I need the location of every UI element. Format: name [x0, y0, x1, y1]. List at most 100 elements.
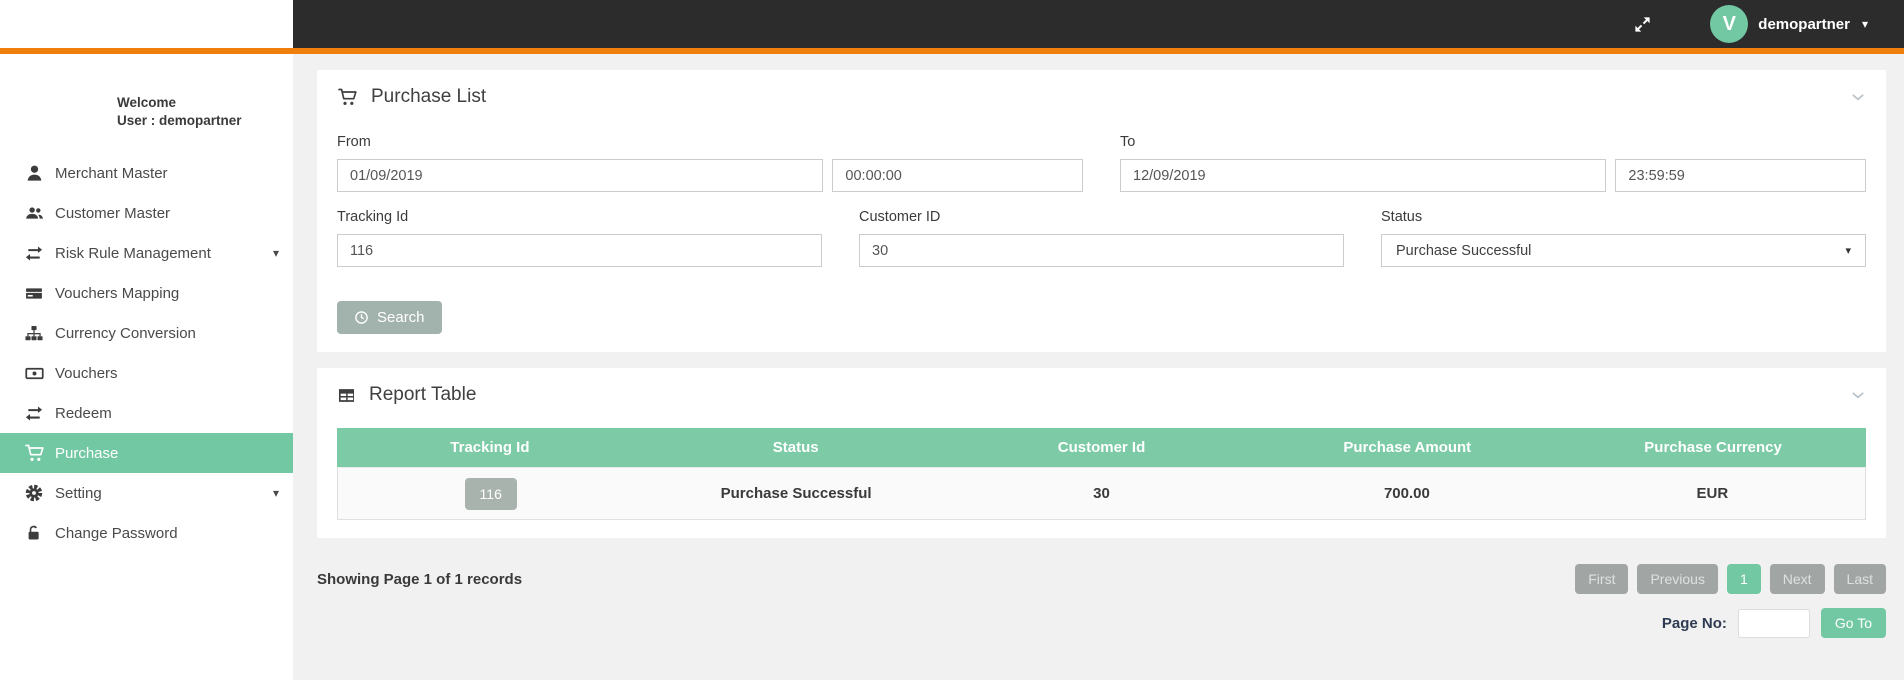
purchase-amount-cell: 700.00 [1383, 485, 1430, 502]
tracking-id-cell: 116 [338, 477, 643, 510]
to-date-input[interactable] [1120, 159, 1607, 192]
sidebar-item-setting[interactable]: Setting ▾ [0, 473, 293, 513]
goto-button[interactable]: Go To [1820, 608, 1886, 638]
goto-page-row: Page No: Go To [317, 608, 1886, 638]
sidebar-item-risk-rule-management[interactable]: Risk Rule Management ▾ [0, 233, 293, 273]
chevron-down-icon: ▾ [272, 246, 279, 260]
main-content: Purchase List From To [293, 54, 1904, 680]
pagination: First Previous 1 Next Last [1575, 564, 1886, 594]
tracking-id-chip[interactable]: 116 [464, 477, 517, 510]
column-header: Tracking Id [450, 439, 530, 456]
status-selected-value: Purchase Successful [1396, 242, 1532, 259]
exchange-icon [22, 404, 46, 423]
sidebar-item-label: Currency Conversion [55, 324, 196, 342]
next-page-button[interactable]: Next [1769, 564, 1825, 594]
sidebar-item-vouchers[interactable]: Vouchers [0, 353, 293, 393]
expand-icon[interactable] [1627, 14, 1658, 35]
welcome-block: Welcome User : demopartner [117, 94, 293, 130]
chevron-down-icon: ▾ [272, 486, 279, 500]
current-page-button[interactable]: 1 [1726, 564, 1761, 594]
column-header: Customer Id [1057, 439, 1146, 456]
lock-icon [22, 523, 46, 543]
chevron-down-icon: ▾ [1861, 17, 1868, 31]
sidebar-item-vouchers-mapping[interactable]: Vouchers Mapping [0, 273, 293, 313]
search-form: From To [337, 134, 1866, 334]
sidebar-item-label: Customer Master [55, 204, 171, 222]
sidebar-item-label: Vouchers [55, 364, 118, 382]
search-button-label: Search [377, 309, 425, 326]
customer-id-label: Customer ID [859, 209, 941, 225]
report-table-header: Report Table [337, 384, 1866, 406]
tracking-id-input[interactable] [337, 234, 822, 267]
purchase-list-header: Purchase List [337, 86, 1866, 108]
table-footer: Showing Page 1 of 1 records First Previo… [317, 564, 1886, 594]
topbar: V demopartner ▾ [0, 0, 1904, 48]
customer-id-input[interactable] [859, 234, 1344, 267]
sidebar-item-label: Change Password [55, 524, 178, 542]
user-name: demopartner [1758, 15, 1850, 33]
panel-title: Purchase List [371, 86, 487, 107]
sidebar-item-merchant-master[interactable]: Merchant Master [0, 153, 293, 193]
last-page-button[interactable]: Last [1833, 564, 1886, 594]
page-no-input[interactable] [1737, 608, 1810, 638]
clock-icon [354, 310, 369, 325]
customer-id-cell: 30 [1093, 485, 1110, 502]
cart-icon [337, 87, 358, 107]
sidebar-item-label: Setting [55, 484, 102, 502]
table-row: 116 Purchase Successful 30 700.00 EUR [337, 467, 1866, 520]
topbar-right: V demopartner ▾ [293, 0, 1904, 48]
sidebar-item-purchase[interactable]: Purchase [0, 433, 293, 473]
credit-card-icon [22, 284, 46, 303]
sidebar-item-redeem[interactable]: Redeem [0, 393, 293, 433]
from-label: From [337, 134, 371, 150]
user-menu[interactable]: V demopartner ▾ [1710, 5, 1868, 43]
to-time-input[interactable] [1615, 159, 1866, 192]
from-date-input[interactable] [337, 159, 824, 192]
panel-title: Report Table [369, 384, 477, 405]
money-bill-icon [22, 364, 46, 383]
status-label: Status [1381, 209, 1423, 225]
tracking-id-label: Tracking Id [337, 209, 409, 225]
previous-page-button[interactable]: Previous [1637, 564, 1718, 594]
column-header: Purchase Currency [1644, 439, 1782, 456]
avatar: V [1710, 5, 1749, 43]
report-table: Tracking Id Status Customer Id Purchase … [337, 428, 1866, 520]
search-button[interactable]: Search [337, 301, 442, 334]
sidebar-item-customer-master[interactable]: Customer Master [0, 193, 293, 233]
column-header: Status [772, 439, 819, 456]
users-icon [22, 204, 46, 223]
first-page-button[interactable]: First [1575, 564, 1629, 594]
sidebar-item-label: Redeem [55, 404, 112, 422]
gear-icon [22, 483, 46, 503]
logo-area [0, 0, 293, 48]
exchange-icon [22, 244, 46, 263]
sidebar-item-change-password[interactable]: Change Password [0, 513, 293, 553]
sidebar-nav: Merchant Master Customer Master Risk Rul… [0, 153, 293, 553]
sitemap-icon [22, 324, 46, 343]
sidebar-item-currency-conversion[interactable]: Currency Conversion [0, 313, 293, 353]
sidebar-item-label: Risk Rule Management [55, 244, 211, 262]
table-header-row: Tracking Id Status Customer Id Purchase … [337, 428, 1866, 467]
showing-records-text: Showing Page 1 of 1 records [317, 570, 523, 588]
sidebar-item-label: Purchase [55, 444, 119, 462]
table-icon [337, 386, 356, 405]
collapse-chevron-icon[interactable] [1850, 89, 1866, 105]
to-label: To [1120, 134, 1136, 150]
purchase-list-panel: Purchase List From To [317, 70, 1886, 352]
status-cell: Purchase Successful [720, 485, 872, 502]
sidebar-item-label: Vouchers Mapping [55, 284, 180, 302]
report-table-panel: Report Table Tracking Id Status Customer… [317, 368, 1886, 538]
collapse-chevron-icon[interactable] [1850, 387, 1866, 403]
welcome-text: Welcome [117, 95, 177, 110]
column-header: Purchase Amount [1343, 439, 1472, 456]
chevron-down-icon: ▾ [1845, 245, 1851, 257]
from-time-input[interactable] [832, 159, 1083, 192]
user-icon [22, 164, 46, 183]
sidebar-item-label: Merchant Master [55, 164, 168, 182]
status-select[interactable]: Purchase Successful ▾ [1381, 234, 1866, 267]
purchase-currency-cell: EUR [1696, 485, 1729, 502]
cart-icon [22, 443, 46, 463]
welcome-user: User : demopartner [117, 113, 242, 128]
sidebar: Welcome User : demopartner Merchant Mast… [0, 54, 293, 680]
page-no-label: Page No: [1661, 614, 1727, 632]
